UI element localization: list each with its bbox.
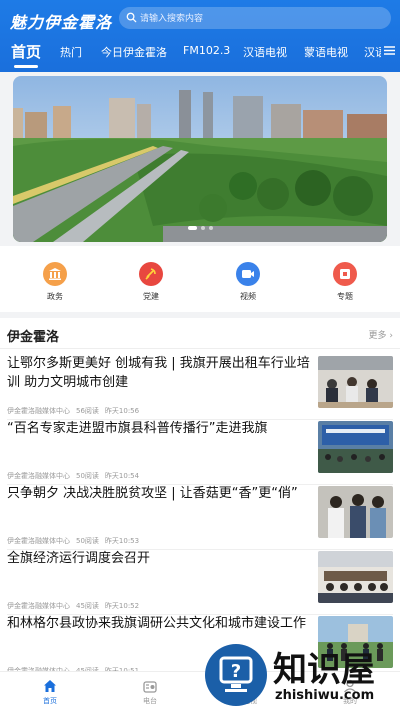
- menu-icon[interactable]: [383, 44, 396, 57]
- news-thumbnail: [318, 356, 393, 408]
- video-icon: [236, 262, 260, 286]
- app-title: 魅力伊金霍洛: [10, 13, 113, 32]
- carousel-indicator: [13, 215, 387, 234]
- chevron-right-icon: ›: [389, 331, 393, 341]
- nav-home[interactable]: 首页: [25, 678, 75, 706]
- tab-mongolian-tv[interactable]: 蒙语电视: [304, 44, 348, 60]
- section-more-link[interactable]: 更多 ›: [369, 328, 394, 341]
- news-thumbnail: [318, 486, 393, 538]
- app-header: 魅力伊金霍洛 请输入搜索内容 首页 热门 今日伊金霍洛 FM102.3 汉语电视…: [0, 0, 400, 72]
- news-meta: 伊金霍洛融媒体中心 45阅读 昨天10:52: [7, 602, 140, 610]
- quick-link-topic[interactable]: 专题: [317, 262, 373, 302]
- tab-today[interactable]: 今日伊金霍洛: [101, 44, 167, 60]
- section-title: 伊金霍洛: [7, 330, 60, 345]
- government-icon: [43, 262, 67, 286]
- news-title: 和林格尔县政协来我旗调研公共文化和城市建设工作: [7, 616, 307, 631]
- svg-text:?: ?: [231, 661, 241, 682]
- search-input[interactable]: 请输入搜索内容: [119, 7, 391, 29]
- home-icon: [44, 680, 56, 692]
- quick-link-party[interactable]: 党建: [123, 262, 179, 302]
- news-thumbnail: [318, 551, 393, 603]
- tab-hot[interactable]: 热门: [60, 44, 82, 60]
- quick-link-video[interactable]: 视频: [220, 262, 276, 302]
- active-tab-indicator: [14, 65, 38, 68]
- news-item[interactable]: “百名专家走进盟市旗县科普传播行”走进我旗 伊金霍洛融媒体中心 50阅读 昨天10:…: [0, 419, 400, 485]
- party-icon: [139, 262, 163, 286]
- news-meta: 伊金霍洛融媒体中心 50阅读 昨天10:54: [7, 472, 140, 480]
- search-placeholder: 请输入搜索内容: [140, 14, 204, 24]
- news-title: 全旗经济运行调度会召开: [7, 551, 151, 566]
- channel-tabs: 首页 热门 今日伊金霍洛 FM102.3 汉语电视 蒙语电视 汉语: [0, 38, 400, 68]
- quick-links: 政务 党建 视频 专题: [0, 246, 400, 312]
- news-item[interactable]: 全旗经济运行调度会召开 伊金霍洛融媒体中心 45阅读 昨天10:52: [0, 549, 400, 615]
- site-watermark: ? 知识屋 zhishiwu.com: [205, 640, 400, 711]
- news-title: 让鄂尔多斯更美好 创城有我 | 我旗开展出租车行业培训 助力文明城市创建: [7, 356, 310, 390]
- tab-chinese-more[interactable]: 汉语: [364, 44, 381, 60]
- news-item[interactable]: 只争朝夕 决战决胜脱贫攻坚 | 让香菇更“香”更“俏” 伊金霍洛融媒体中心 50阅…: [0, 484, 400, 550]
- topic-icon: [333, 262, 357, 286]
- tab-home[interactable]: 首页: [11, 41, 41, 62]
- news-meta: 伊金霍洛融媒体中心 50阅读 昨天10:53: [7, 537, 140, 545]
- nav-radio[interactable]: 电台: [125, 678, 175, 706]
- news-title: 只争朝夕 决战决胜脱贫攻坚 | 让香菇更“香”更“俏”: [7, 486, 298, 501]
- radio-icon: [143, 681, 157, 693]
- news-thumbnail: [318, 421, 393, 473]
- tab-fm[interactable]: FM102.3: [183, 44, 230, 57]
- watermark-url: zhishiwu.com: [275, 688, 375, 703]
- banner-carousel[interactable]: [13, 76, 387, 242]
- news-title: “百名专家走进盟市旗县科普传播行”走进我旗: [7, 421, 268, 436]
- tab-chinese-tv[interactable]: 汉语电视: [243, 44, 287, 60]
- quick-link-government[interactable]: 政务: [27, 262, 83, 302]
- news-item[interactable]: 让鄂尔多斯更美好 创城有我 | 我旗开展出租车行业培训 助力文明城市创建 伊金霍…: [0, 354, 400, 420]
- search-icon: [126, 12, 137, 23]
- watermark-logo-icon: ?: [205, 644, 267, 706]
- watermark-text: 知识屋: [273, 650, 375, 690]
- news-meta: 伊金霍洛融媒体中心 56阅读 昨天10:56: [7, 407, 140, 415]
